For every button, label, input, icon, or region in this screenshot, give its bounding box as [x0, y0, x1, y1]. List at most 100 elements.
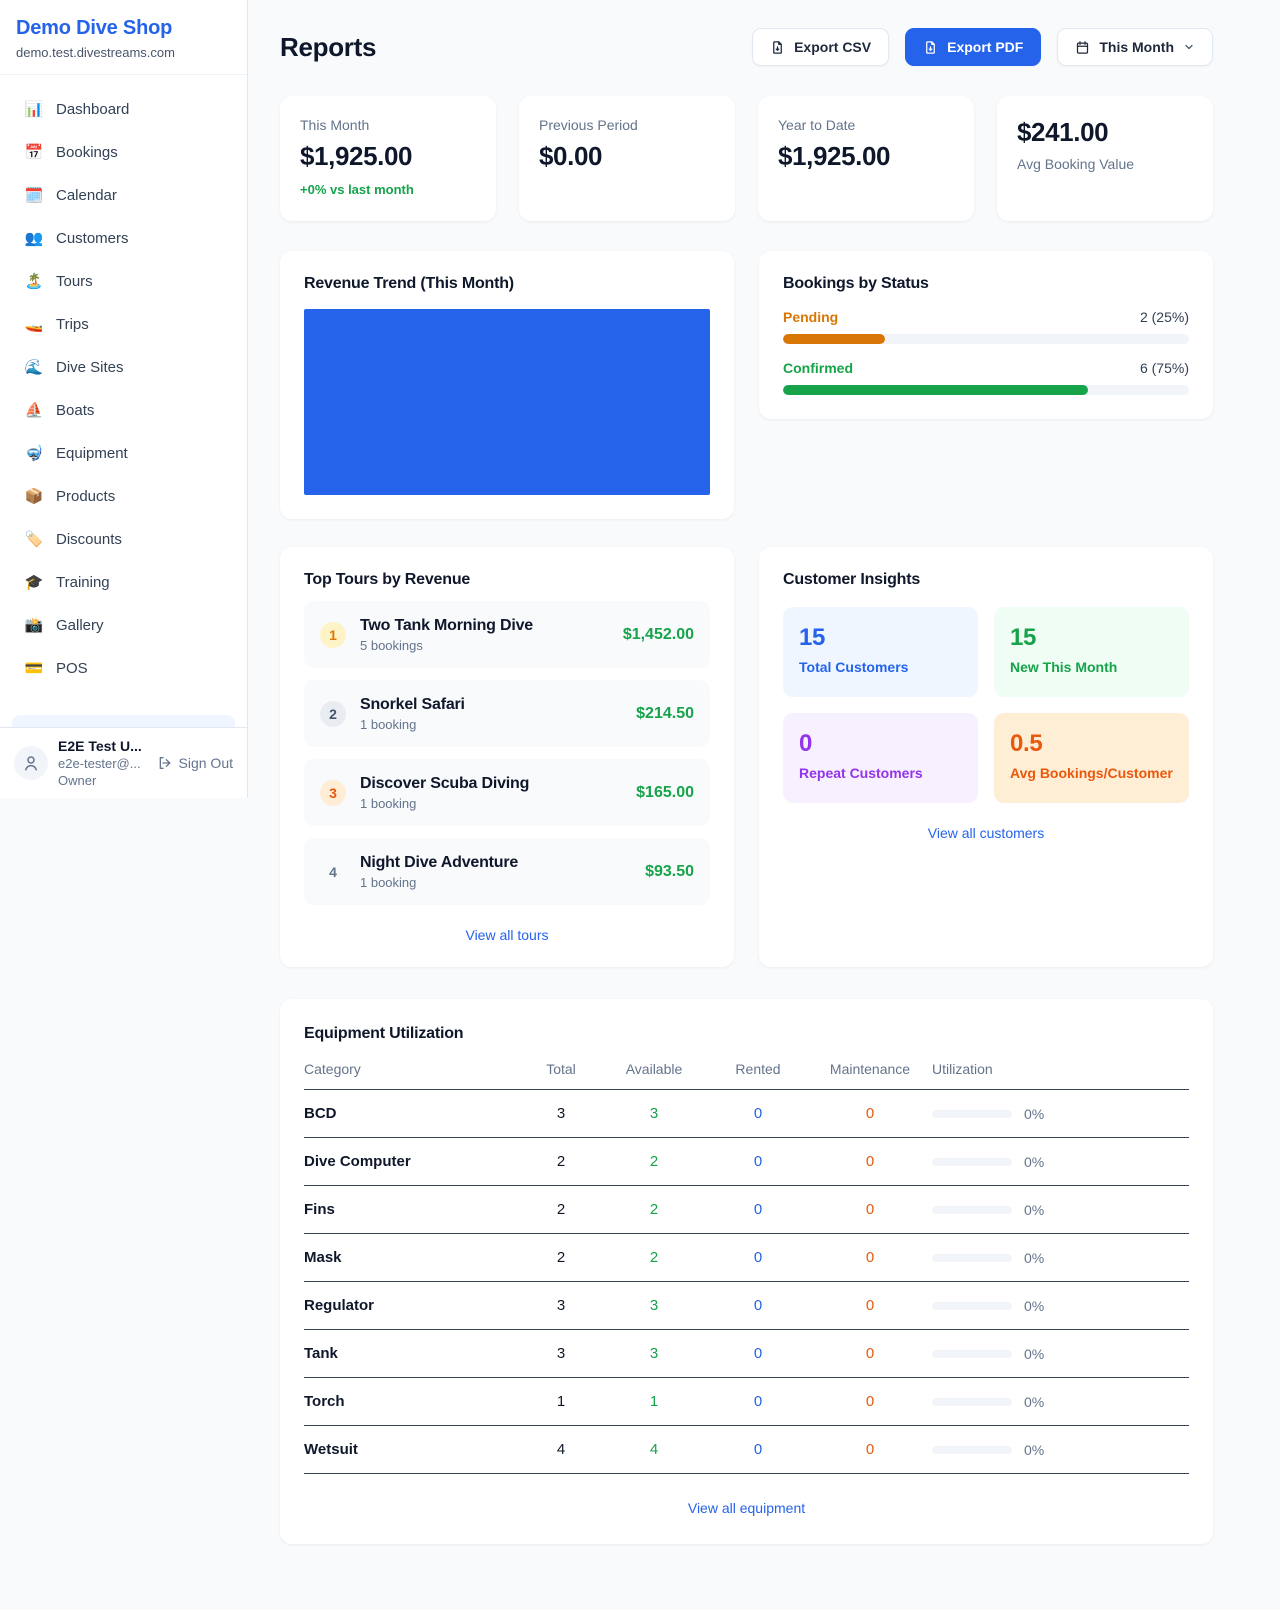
tour-bookings: 1 booking	[360, 717, 622, 732]
table-row: Tank 3 3 0 0 0%	[304, 1330, 1189, 1378]
sidebar-item-tours[interactable]: 🏝️ Tours	[12, 263, 235, 299]
equipment-rented: 0	[708, 1441, 808, 1458]
sidebar-item-label: Calendar	[56, 187, 117, 204]
sidebar-item-pos[interactable]: 💳 POS	[12, 650, 235, 686]
tours-insights-row: Top Tours by Revenue 1 Two Tank Morning …	[280, 547, 1213, 967]
sidebar-item-reports-partial[interactable]	[12, 715, 235, 727]
chevron-down-icon	[1183, 41, 1195, 53]
status-label-confirmed: Confirmed	[783, 360, 853, 376]
rank-badge: 1	[320, 622, 346, 648]
view-all-equipment-link[interactable]: View all equipment	[304, 1500, 1189, 1516]
equipment-category: BCD	[304, 1105, 522, 1122]
period-label: This Month	[1099, 39, 1174, 55]
sidebar-item-dive-sites[interactable]: 🌊 Dive Sites	[12, 349, 235, 385]
status-row-pending: Pending 2 (25%)	[783, 309, 1189, 344]
user-info: E2E Test U... e2e-tester@... Owner	[58, 738, 147, 788]
equipment-rented: 0	[708, 1201, 808, 1218]
sidebar-item-customers[interactable]: 👥 Customers	[12, 220, 235, 256]
equipment-available: 4	[600, 1441, 708, 1458]
equipment-category: Mask	[304, 1249, 522, 1266]
tour-name: Discover Scuba Diving	[360, 775, 622, 793]
rank-badge: 2	[320, 701, 346, 727]
equipment-category: Dive Computer	[304, 1153, 522, 1170]
column-header-category: Category	[304, 1061, 522, 1077]
stat-value: $241.00	[1017, 117, 1193, 148]
tour-revenue: $214.50	[636, 705, 694, 723]
sidebar-item-discounts[interactable]: 🏷️ Discounts	[12, 521, 235, 557]
sidebar-item-bookings[interactable]: 📅 Bookings	[12, 134, 235, 170]
equipment-maintenance: 0	[808, 1105, 932, 1122]
utilization-percent: 0%	[1024, 1202, 1044, 1218]
utilization-bar-track	[932, 1398, 1012, 1406]
status-bar-track	[783, 385, 1189, 395]
insight-tile-new-this-month: 15 New This Month	[994, 607, 1189, 697]
column-header-available: Available	[600, 1061, 708, 1077]
bookings-calendar-icon: 📅	[24, 143, 44, 161]
sidebar-item-equipment[interactable]: 🤿 Equipment	[12, 435, 235, 471]
avatar	[14, 746, 48, 780]
utilization-percent: 0%	[1024, 1394, 1044, 1410]
sidebar-item-label: Gallery	[56, 617, 104, 634]
table-row: Mask 2 2 0 0 0%	[304, 1234, 1189, 1282]
tour-row: 1 Two Tank Morning Dive 5 bookings $1,45…	[304, 601, 710, 668]
utilization-bar-track	[932, 1254, 1012, 1262]
revenue-trend-chart	[304, 309, 710, 495]
sign-out-button[interactable]: Sign Out	[157, 755, 233, 771]
utilization-bar-track	[932, 1350, 1012, 1358]
page-header: Reports Export CSV Export PDF This Month	[280, 28, 1213, 66]
equipment-total: 3	[522, 1105, 600, 1122]
insight-value: 15	[1010, 624, 1173, 652]
view-all-tours-link[interactable]: View all tours	[304, 927, 710, 943]
logout-icon	[157, 755, 173, 771]
equipment-utilization-cell: 0%	[932, 1394, 1189, 1410]
sidebar-item-label: Tours	[56, 273, 93, 290]
status-label-pending: Pending	[783, 309, 838, 325]
sidebar-item-dashboard[interactable]: 📊 Dashboard	[12, 91, 235, 127]
sidebar-item-label: Trips	[56, 316, 89, 333]
stat-value: $1,925.00	[778, 141, 954, 172]
equipment-maintenance: 0	[808, 1201, 932, 1218]
sidebar-item-label: Boats	[56, 402, 94, 419]
utilization-percent: 0%	[1024, 1346, 1044, 1362]
sidebar-item-boats[interactable]: ⛵ Boats	[12, 392, 235, 428]
revenue-trend-card: Revenue Trend (This Month)	[280, 251, 734, 519]
sidebar: Demo Dive Shop demo.test.divestreams.com…	[0, 0, 248, 798]
stat-cards: This Month $1,925.00 +0% vs last month P…	[280, 96, 1213, 221]
sidebar-item-label: Products	[56, 488, 115, 505]
tour-revenue: $1,452.00	[623, 626, 694, 644]
sidebar-item-gallery[interactable]: 📸 Gallery	[12, 607, 235, 643]
sailboat-icon: ⛵	[24, 401, 44, 419]
utilization-bar-track	[932, 1158, 1012, 1166]
rank-badge: 3	[320, 780, 346, 806]
equipment-available: 2	[600, 1153, 708, 1170]
sidebar-item-trips[interactable]: 🚤 Trips	[12, 306, 235, 342]
utilization-bar-track	[932, 1206, 1012, 1214]
equipment-total: 3	[522, 1345, 600, 1362]
export-pdf-button[interactable]: Export PDF	[905, 28, 1041, 66]
calendar-icon: 🗓️	[24, 186, 44, 204]
tag-icon: 🏷️	[24, 530, 44, 548]
table-row: Regulator 3 3 0 0 0%	[304, 1282, 1189, 1330]
stat-value: $1,925.00	[300, 141, 476, 172]
sidebar-item-calendar[interactable]: 🗓️ Calendar	[12, 177, 235, 213]
insight-value: 0	[799, 730, 962, 758]
wave-icon: 🌊	[24, 358, 44, 376]
sidebar-item-products[interactable]: 📦 Products	[12, 478, 235, 514]
user-panel: E2E Test U... e2e-tester@... Owner Sign …	[0, 727, 247, 798]
equipment-maintenance: 0	[808, 1441, 932, 1458]
equipment-category: Regulator	[304, 1297, 522, 1314]
export-csv-button[interactable]: Export CSV	[752, 28, 889, 66]
period-dropdown[interactable]: This Month	[1057, 28, 1213, 66]
insight-label: Repeat Customers	[799, 765, 962, 781]
export-csv-label: Export CSV	[794, 39, 871, 55]
sidebar-item-label: Discounts	[56, 531, 122, 548]
view-all-customers-link[interactable]: View all customers	[783, 825, 1189, 841]
stat-label: This Month	[300, 117, 476, 133]
sidebar-item-training[interactable]: 🎓 Training	[12, 564, 235, 600]
utilization-bar-track	[932, 1446, 1012, 1454]
tour-row: 2 Snorkel Safari 1 booking $214.50	[304, 680, 710, 747]
insight-label: Avg Bookings/Customer	[1010, 765, 1173, 781]
stat-card-avg-booking-value: $241.00 Avg Booking Value	[997, 96, 1213, 221]
equipment-category: Fins	[304, 1201, 522, 1218]
charts-row: Revenue Trend (This Month) Bookings by S…	[280, 251, 1213, 519]
